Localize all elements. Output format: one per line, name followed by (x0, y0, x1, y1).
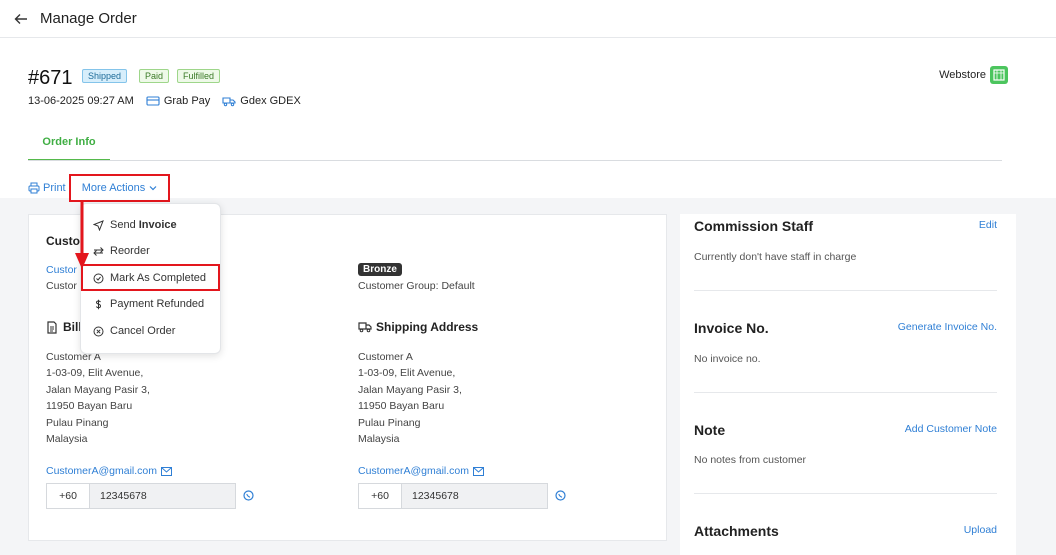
menu-item-send-invoice[interactable]: Send Invoice (93, 217, 177, 233)
highlight-box (81, 264, 220, 291)
commission-staff-text: Currently don't have staff in charge (694, 251, 857, 263)
reorder-icon (93, 246, 104, 256)
shipping-line: 1-03-09, Elit Avenue, (358, 367, 456, 380)
tab-divider (28, 160, 1002, 161)
section-divider (694, 493, 997, 494)
status-badge-shipped: Shipped (82, 69, 128, 83)
shipping-heading-label: Shipping Address (376, 320, 479, 334)
whatsapp-icon[interactable] (555, 490, 566, 501)
generate-invoice-link[interactable]: Generate Invoice No. (898, 321, 997, 333)
status-badge-paid: Paid (139, 69, 170, 83)
attachments-title: Attachments (694, 523, 779, 539)
chevron-down-icon (149, 186, 157, 191)
top-bar: Manage Order (0, 0, 1056, 38)
billing-email[interactable]: CustomerA@gmail.com (46, 465, 173, 477)
order-side-panel: Commission Staff Edit Currently don't ha… (680, 214, 1016, 555)
print-button[interactable]: Print (28, 182, 66, 194)
mail-icon (161, 466, 173, 476)
shipping-heading: Shipping Address (358, 320, 478, 334)
section-divider (694, 392, 997, 393)
tab-order-info[interactable]: Order Info (28, 136, 110, 161)
webstore-icon (990, 66, 1008, 84)
shipping-line: 11950 Bayan Baru (358, 400, 445, 413)
billing-line: Jalan Mayang Pasir 3, (46, 383, 150, 396)
billing-line: 1-03-09, Elit Avenue, (46, 367, 144, 380)
phone-number[interactable]: 12345678 (90, 484, 235, 508)
send-invoice-prefix: Send (110, 219, 136, 231)
customer-tier-badge: Bronze (358, 263, 402, 276)
menu-item-cancel-order[interactable]: Cancel Order (93, 323, 175, 339)
order-meta: 13-06-2025 09:27 AM Grab Pay Gdex GDEX (28, 95, 301, 107)
shipping-line: Pulau Pinang (358, 416, 421, 429)
billing-line: Pulau Pinang (46, 416, 109, 429)
note-text: No notes from customer (694, 454, 807, 466)
whatsapp-icon[interactable] (243, 490, 254, 501)
back-arrow-icon[interactable] (14, 12, 28, 26)
note-title: Note (694, 422, 726, 438)
billing-phone-field[interactable]: +60 12345678 (46, 483, 236, 509)
annotation-arrow-icon (75, 201, 89, 269)
section-divider (694, 290, 997, 291)
truck-icon (358, 322, 372, 333)
commission-staff-title: Commission Staff (694, 218, 814, 234)
credit-card-icon (146, 96, 160, 106)
billing-heading: Bill (46, 320, 82, 334)
mail-icon (473, 466, 485, 476)
more-actions-button[interactable]: More Actions (69, 174, 170, 202)
courier-name: Gdex GDEX (240, 95, 301, 107)
phone-number[interactable]: 12345678 (402, 484, 547, 508)
status-badge-fulfilled: Fulfilled (177, 69, 221, 83)
billing-address: Customer A 1-03-09, Elit Avenue, Jalan M… (46, 349, 150, 447)
customer-group: Customer Group: Default (358, 280, 475, 292)
document-icon (47, 320, 57, 334)
invoice-text: No invoice no. (694, 353, 761, 365)
printer-icon (28, 182, 40, 194)
shipping-email[interactable]: CustomerA@gmail.com (358, 465, 485, 477)
shipping-email-link[interactable]: CustomerA@gmail.com (358, 465, 469, 477)
truck-icon (222, 97, 236, 107)
send-icon (93, 219, 104, 231)
send-invoice-bold: Invoice (138, 219, 177, 231)
cancel-order-label: Cancel Order (110, 325, 176, 337)
channel-label: Webstore (939, 69, 986, 81)
country-code[interactable]: +60 (359, 484, 402, 508)
billing-heading-label: Bill (63, 320, 82, 334)
menu-item-reorder[interactable]: Reorder (93, 243, 150, 259)
commission-edit-link[interactable]: Edit (979, 219, 997, 231)
order-datetime: 13-06-2025 09:27 AM (28, 95, 134, 107)
upload-link[interactable]: Upload (964, 524, 997, 536)
dollar-icon (95, 299, 102, 309)
invoice-title: Invoice No. (694, 320, 769, 336)
cancel-circle-icon (93, 326, 104, 336)
add-customer-note-link[interactable]: Add Customer Note (905, 423, 997, 435)
billing-line: Malaysia (46, 433, 88, 446)
more-actions-label: More Actions (81, 182, 146, 194)
payment-refunded-label: Payment Refunded (110, 298, 205, 310)
customer-sub: Custor (46, 280, 77, 292)
order-number: #671 (28, 67, 73, 89)
shipping-line: Jalan Mayang Pasir 3, (358, 383, 462, 396)
reorder-label: Reorder (110, 245, 150, 257)
billing-line: 11950 Bayan Baru (46, 400, 133, 413)
payment-method: Grab Pay (163, 95, 211, 107)
page-title: Manage Order (40, 10, 137, 27)
shipping-line: Malaysia (358, 433, 400, 446)
print-label: Print (43, 182, 66, 194)
order-actions: Print (28, 182, 66, 194)
shipping-phone-field[interactable]: +60 12345678 (358, 483, 548, 509)
shipping-address: Customer A 1-03-09, Elit Avenue, Jalan M… (358, 349, 462, 447)
country-code[interactable]: +60 (47, 484, 90, 508)
sales-channel: Webstore (939, 66, 1008, 84)
shipping-line: Customer A (358, 351, 413, 363)
billing-email-link[interactable]: CustomerA@gmail.com (46, 465, 157, 477)
menu-item-payment-refunded[interactable]: Payment Refunded (93, 296, 204, 312)
